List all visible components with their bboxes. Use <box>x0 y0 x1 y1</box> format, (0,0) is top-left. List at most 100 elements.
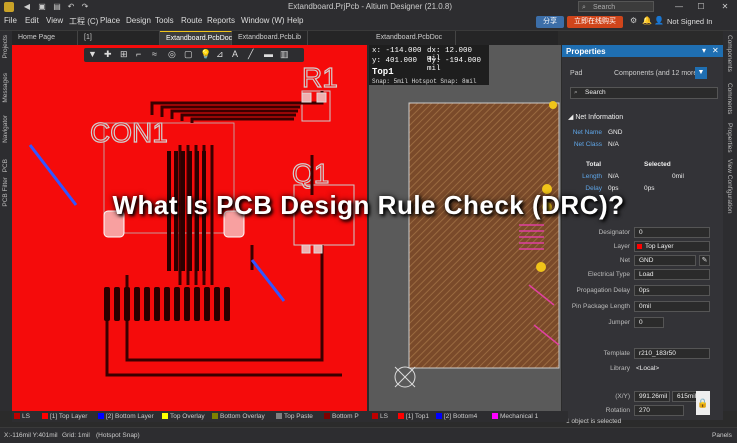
menu-tools[interactable]: Tools <box>155 16 174 25</box>
panel-tab-properties[interactable]: Properties <box>726 123 733 153</box>
menu-file[interactable]: File <box>4 16 17 25</box>
menu-window[interactable]: Window (W) <box>241 16 285 25</box>
properties-title: Properties <box>566 47 606 56</box>
menu-design[interactable]: Design <box>126 16 151 25</box>
properties-search[interactable]: ⌕ Search <box>570 87 718 99</box>
rotation-label: Rotation <box>605 407 630 414</box>
layer-tab-mechanical1[interactable]: Mechanical 1 <box>492 412 538 421</box>
app-logo-icon <box>4 2 14 12</box>
layer-tab-label: LS <box>22 413 30 420</box>
library-label: Library <box>610 365 630 372</box>
layer-tab-label: Bottom Overlay <box>220 413 265 420</box>
tab-home-page[interactable]: Home Page <box>12 31 78 45</box>
search-input[interactable]: ⌕ Search <box>578 1 654 12</box>
layer-tab-ls-right[interactable]: LS <box>372 412 388 421</box>
tab-pcblib[interactable]: Extandboard.PcbLib <box>232 31 308 45</box>
layer-tab-label: [1] Top Layer <box>50 413 88 420</box>
layer-swatch <box>372 413 378 420</box>
rotation-input[interactable]: 270 <box>634 405 684 416</box>
panel-tab-projects[interactable]: Projects <box>2 35 9 58</box>
menu-reports[interactable]: Reports <box>207 16 235 25</box>
layer-select[interactable]: Top Layer <box>634 241 710 252</box>
signin-link[interactable]: Not Signed In <box>667 17 712 26</box>
layer-swatch <box>276 413 282 420</box>
menu-place[interactable]: Place <box>100 16 120 25</box>
electrical-type-select[interactable]: Load <box>634 269 710 280</box>
layer-color-swatch <box>637 244 642 249</box>
menu-view[interactable]: View <box>46 16 63 25</box>
layer-tab-top-paste[interactable]: Top Paste <box>276 412 313 421</box>
panel-tab-components[interactable]: Components <box>726 35 733 72</box>
pcb-canvas-left[interactable]: ▼ ✚ ⊞ ⌐ ≈ ◎ ▢ 💡 ⊿ A ╱ ▬ ▥ CON1 R1 Q1 <box>12 45 367 411</box>
layer-tab-top[interactable]: [1] Top Layer <box>42 412 87 421</box>
layer-tab-bottom4[interactable]: [2] Bottom4 <box>436 412 477 421</box>
length-label: Length <box>582 173 602 180</box>
layer-tab-label: Bottom P <box>332 413 359 420</box>
net-name-label: Net Name <box>572 129 602 136</box>
panel-tab-comments[interactable]: Comments <box>726 83 733 114</box>
panel-tab-messages[interactable]: Messages <box>2 73 9 103</box>
template-select[interactable]: r210_183r50 <box>634 348 710 359</box>
close-button[interactable]: ✕ <box>716 1 734 13</box>
coord-y: y: 401.000 <box>372 57 418 65</box>
tab-pcbdoc-2[interactable]: Extandboard.PcbDoc <box>370 31 456 45</box>
net-label: Net <box>619 257 630 264</box>
notifications-icon[interactable]: 🔔 <box>642 16 652 25</box>
layer-tab-bottom[interactable]: [2] Bottom Layer <box>98 412 154 421</box>
layer-tab-bottom-paste[interactable]: Bottom P <box>324 412 359 421</box>
components-filter[interactable]: Components (and 12 more) <box>614 70 700 77</box>
grid-info: Grid: 1mil <box>62 432 90 439</box>
net-select[interactable]: GND <box>634 255 696 266</box>
r1-label: R1 <box>302 62 338 93</box>
layer-tab-top1[interactable]: [1] Top1 <box>398 412 429 421</box>
panel-menu-icon[interactable]: ▾ <box>702 46 706 55</box>
pcb-canvas-right[interactable]: x: -114.000 dx: 12.000 mil y: 401.000 dy… <box>369 45 561 411</box>
layer-swatch <box>436 413 442 420</box>
menu-route[interactable]: Route <box>181 16 202 25</box>
propagation-delay-input[interactable]: 0ps <box>634 285 710 296</box>
menu-edit[interactable]: Edit <box>25 16 39 25</box>
panel-tab-navigator[interactable]: Navigator <box>2 115 9 143</box>
layer-tabs: LS [1] Top Layer [2] Bottom Layer Top Ov… <box>12 411 568 422</box>
tab-schdoc[interactable]: [1] Extandboard.SchDoc * <box>78 31 160 69</box>
tab-pcbdoc-active[interactable]: Extandboard.PcbDoc * <box>160 31 232 56</box>
maximize-button[interactable]: ☐ <box>692 1 710 13</box>
pin-package-length-input[interactable]: 0mil <box>634 301 710 312</box>
panels-button[interactable]: Panels <box>712 432 732 439</box>
minimize-button[interactable]: — <box>670 1 688 13</box>
layer-tab-label: Mechanical 1 <box>500 413 539 420</box>
right-panel-strip: Components Comments Properties View Conf… <box>723 31 737 411</box>
menu-help[interactable]: Help <box>287 16 303 25</box>
x-input[interactable]: 991.26mil <box>634 391 670 402</box>
title-bar: ◀ ▣ ▤ ↶ ↷ Extandboard.PrjPcb - Altium De… <box>0 0 737 14</box>
left-panel-strip: Projects Messages Navigator PCB PCB Filt… <box>0 31 12 411</box>
layer-swatch <box>212 413 218 420</box>
properties-header: Properties ▾ ✕ <box>562 45 723 57</box>
buy-online-button[interactable]: 立即在线购买 <box>567 16 623 28</box>
jumper-input[interactable]: 0 <box>634 317 664 328</box>
layer-swatch <box>98 413 104 420</box>
overlay-title: What Is PCB Design Rule Check (DRC)? <box>112 190 625 220</box>
layer-tab-bottom-overlay[interactable]: Bottom Overlay <box>212 412 265 421</box>
layer-tab-top-overlay[interactable]: Top Overlay <box>162 412 205 421</box>
filter-icon[interactable]: ▼ <box>695 67 707 79</box>
net-info-section[interactable]: ◢ Net Information <box>568 113 623 121</box>
designator-input[interactable]: 0 <box>634 227 710 238</box>
search-icon: ⌕ <box>582 4 586 11</box>
length-selected: 0mil <box>672 173 684 180</box>
share-button[interactable]: 分享 <box>536 16 564 28</box>
settings-icon[interactable]: ⚙ <box>630 16 637 25</box>
layer-tab-ls[interactable]: LS <box>14 412 30 421</box>
panel-tab-pcb[interactable]: PCB <box>2 159 9 172</box>
net-class-value: N/A <box>608 141 619 148</box>
menu-bar: File Edit View 工程 (C) Place Design Tools… <box>0 14 737 31</box>
eyedropper-icon[interactable]: ✎ <box>699 255 710 266</box>
search-placeholder: Search <box>593 4 616 11</box>
properties-search-placeholder: Search <box>585 89 606 96</box>
coord-dy: dy: -194.000 mil <box>427 57 482 73</box>
menu-project[interactable]: 工程 (C) <box>69 16 98 27</box>
lock-icon[interactable]: 🔒 <box>696 391 710 415</box>
panel-close-icon[interactable]: ✕ <box>712 46 719 55</box>
redo-icon[interactable]: ↷ <box>76 1 94 13</box>
user-icon[interactable]: 👤 <box>654 16 664 25</box>
